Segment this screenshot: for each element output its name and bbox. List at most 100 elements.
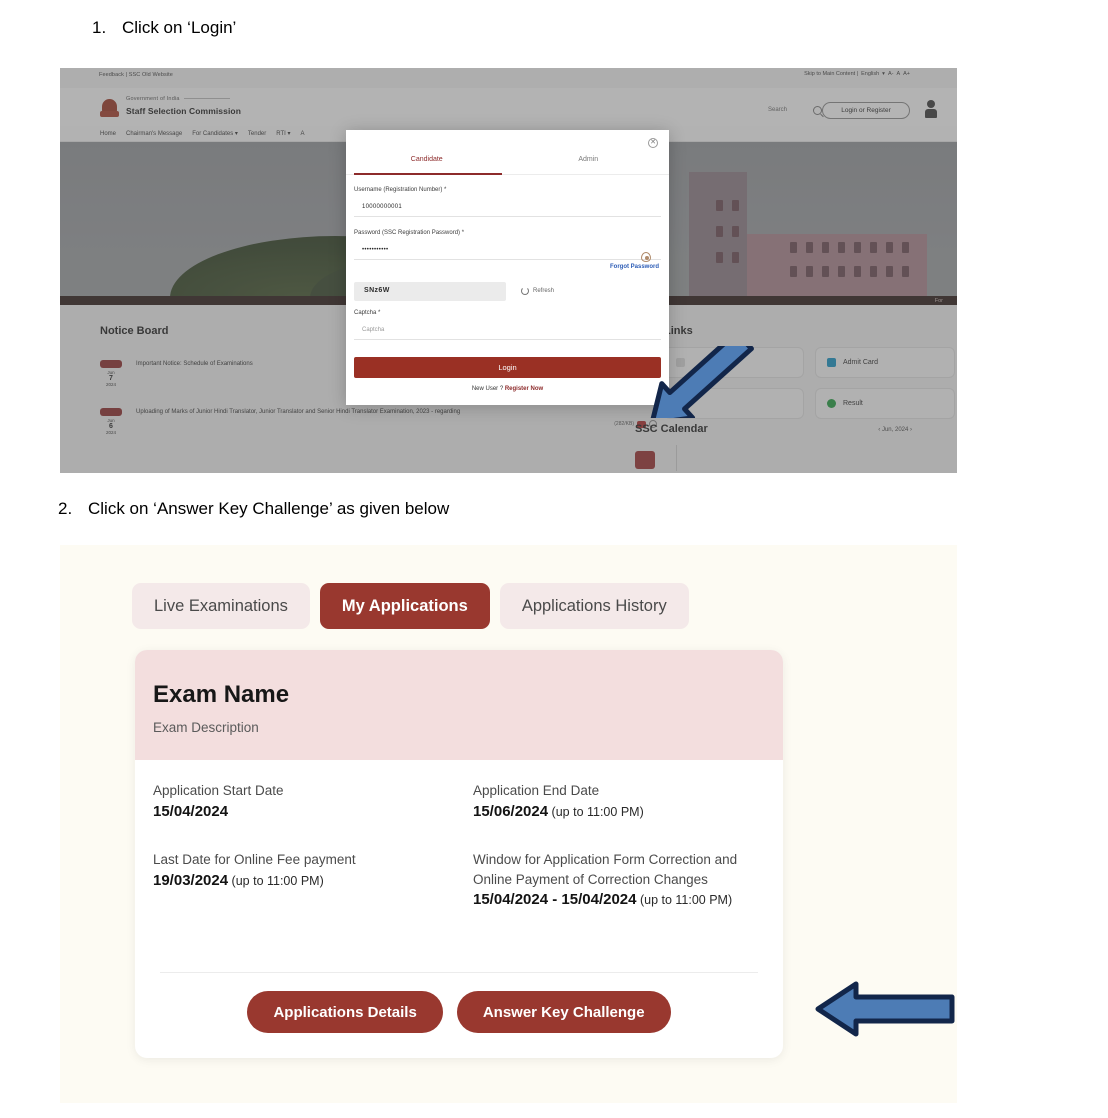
nav-item-for-candidates[interactable]: For Candidates ▾ xyxy=(192,126,238,142)
new-badge xyxy=(100,408,122,416)
chevron-down-icon[interactable]: ▾ xyxy=(882,71,885,77)
answer-key-challenge-button[interactable]: Answer Key Challenge xyxy=(456,991,671,1033)
notice-day: 7 xyxy=(109,375,113,382)
field-label: Last Date for Online Fee payment xyxy=(153,852,356,867)
callout-arrow-login xyxy=(649,346,754,418)
notice-row[interactable]: Jun 6 2024 Uploading of Marks of Junior … xyxy=(100,408,460,435)
font-normal-button[interactable]: A xyxy=(896,71,900,77)
masthead: Government of India Staff Selection Comm… xyxy=(60,88,957,126)
language-selector[interactable]: English xyxy=(861,71,879,77)
hero-block-windows-row-1 xyxy=(790,242,909,253)
tab-my-applications[interactable]: My Applications xyxy=(319,583,490,629)
government-of-india-label: Government of India xyxy=(126,96,230,102)
font-increase-button[interactable]: A+ xyxy=(903,71,910,77)
notice-board-title: Notice Board xyxy=(100,325,169,337)
new-user-text: New User ? xyxy=(471,386,504,392)
close-icon[interactable]: ✕ xyxy=(648,138,658,148)
tab-candidate[interactable]: Candidate xyxy=(346,156,508,170)
hero-corner-text: For xyxy=(934,298,943,304)
username-input[interactable]: 10000000001 xyxy=(354,200,661,217)
calendar-period-label: Jun, 2024 xyxy=(881,427,909,433)
calendar-next-button[interactable]: › xyxy=(910,427,912,433)
field-value: 15/04/2024 xyxy=(153,802,229,820)
nav-item-chairmans-message[interactable]: Chairman's Message xyxy=(126,126,182,142)
username-label: Username (Registration Number) * xyxy=(354,187,447,193)
screenshot-login-page: Feedback | SSC Old Website Skip to Main … xyxy=(60,68,957,473)
nav-item-rti[interactable]: RTI ▾ xyxy=(276,126,290,142)
calendar-period-nav: ‹ Jun, 2024 › xyxy=(878,427,912,433)
tab-active-indicator xyxy=(354,173,502,175)
card-actions: Applications Details Answer Key Challeng… xyxy=(135,991,783,1033)
feedback-links[interactable]: Feedback | SSC Old Website xyxy=(99,72,173,78)
password-label: Password (SSC Registration Password) * xyxy=(354,230,465,236)
notice-year: 2024 xyxy=(105,382,116,387)
card-divider xyxy=(160,972,758,973)
field-value: 15/04/2024 - 15/04/2024 (up to 11:00 PM) xyxy=(473,891,733,909)
exam-card: Exam Name Exam Description Application S… xyxy=(135,650,783,1058)
notice-year: 2024 xyxy=(105,430,116,435)
new-badge xyxy=(100,360,122,368)
captcha-placeholder: Captcha xyxy=(362,327,385,333)
new-user-row: New User ? Register Now xyxy=(346,386,669,392)
applications-details-button[interactable]: Applications Details xyxy=(247,991,443,1033)
field-label: Application Start Date xyxy=(153,783,284,798)
calendar-divider xyxy=(676,445,677,471)
captcha-refresh-button[interactable]: Refresh xyxy=(521,287,554,295)
notice-row[interactable]: Jun 7 2024 Important Notice: Schedule of… xyxy=(100,360,253,387)
step-1: 1. Click on ‘Login’ xyxy=(92,18,236,38)
login-button[interactable]: Login xyxy=(354,357,661,378)
captcha-input[interactable]: Captcha xyxy=(354,323,661,340)
field-application-start-date: Application Start Date 15/04/2024 xyxy=(153,781,443,820)
nav-item-home[interactable]: Home xyxy=(100,126,116,142)
hero-tower-windows-row-1 xyxy=(716,200,739,211)
field-correction-window: Window for Application Form Correction a… xyxy=(473,850,778,908)
step-1-number: 1. xyxy=(92,18,107,37)
skip-to-main-content-link[interactable]: Skip to Main Content | xyxy=(804,71,858,77)
password-input[interactable]: ••••••••••• xyxy=(354,243,661,263)
field-application-end-date: Application End Date 15/06/2024 (up to 1… xyxy=(473,781,773,820)
calendar-event-block[interactable] xyxy=(635,451,655,469)
refresh-icon xyxy=(521,287,529,295)
login-modal: ✕ Candidate Admin Username (Registration… xyxy=(346,130,669,405)
calendar-prev-button[interactable]: ‹ xyxy=(878,427,880,433)
hero-block-windows-row-2 xyxy=(790,266,909,277)
forgot-password-link[interactable]: Forgot Password xyxy=(610,264,659,270)
link-card-admit-card[interactable]: Admit Card xyxy=(815,347,955,378)
register-now-link[interactable]: Register Now xyxy=(505,386,543,392)
tab-live-examinations[interactable]: Live Examinations xyxy=(132,583,310,629)
hero-tower-windows-row-3 xyxy=(716,252,739,263)
captcha-image: SNz6W xyxy=(354,282,506,301)
avatar-icon[interactable] xyxy=(925,100,937,120)
field-label: Window for Application Form Correction a… xyxy=(473,852,738,887)
notice-day: 6 xyxy=(109,423,113,430)
hero-tower-windows-row-2 xyxy=(716,226,739,237)
tab-admin[interactable]: Admin xyxy=(508,156,670,170)
step-2: 2. Click on ‘Answer Key Challenge’ as giv… xyxy=(58,499,449,519)
accessibility-bar: Skip to Main Content | English ▾ A- A A+ xyxy=(801,71,910,77)
search-icon[interactable] xyxy=(813,106,822,115)
callout-arrow-answer-key-challenge xyxy=(815,981,955,1037)
eye-icon[interactable] xyxy=(641,252,651,263)
field-last-date-fee-payment: Last Date for Online Fee payment 19/03/2… xyxy=(153,850,453,889)
notice-text[interactable]: Important Notice: Schedule of Examinatio… xyxy=(136,360,253,369)
nav-item-tender[interactable]: Tender xyxy=(248,126,266,142)
organisation-name: Staff Selection Commission xyxy=(126,106,242,116)
login-or-register-button[interactable]: Login or Register xyxy=(822,102,910,119)
exam-name: Exam Name xyxy=(153,681,290,708)
notice-date: Jun 7 2024 xyxy=(100,360,122,387)
username-value: 10000000001 xyxy=(362,204,403,210)
search-label[interactable]: Search xyxy=(768,107,787,113)
link-card-label: Result xyxy=(843,400,863,407)
tab-applications-history[interactable]: Applications History xyxy=(499,583,689,629)
captcha-image-text: SNz6W xyxy=(364,287,390,294)
nav-item-about[interactable]: A xyxy=(301,126,305,142)
font-decrease-button[interactable]: A- xyxy=(888,71,894,77)
field-value: 19/03/2024 (up to 11:00 PM) xyxy=(153,871,324,889)
notice-text[interactable]: Uploading of Marks of Junior Hindi Trans… xyxy=(136,408,460,417)
step-1-text: Click on ‘Login’ xyxy=(122,18,237,37)
result-icon xyxy=(827,399,836,408)
refresh-label: Refresh xyxy=(533,288,555,294)
exam-description: Exam Description xyxy=(153,720,259,735)
link-card-result[interactable]: Result xyxy=(815,388,955,419)
captcha-label: Captcha * xyxy=(354,310,381,316)
